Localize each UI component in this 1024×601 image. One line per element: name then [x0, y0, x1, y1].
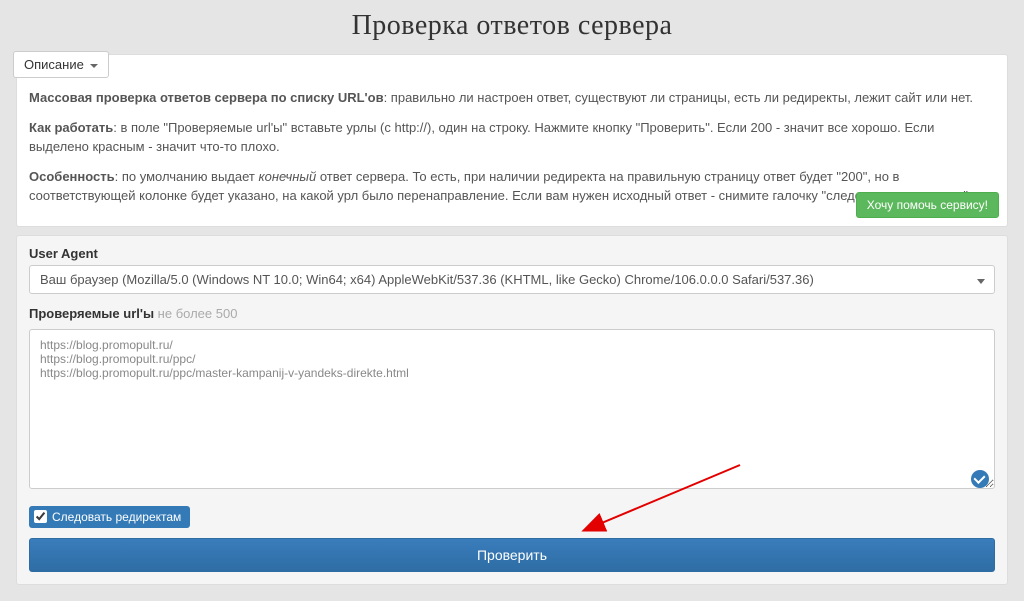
description-toggle-label: Описание	[24, 57, 84, 72]
desc-p3-em: конечный	[259, 169, 317, 184]
urls-label: Проверяемые url'ы не более 500	[29, 306, 995, 321]
user-agent-label: User Agent	[29, 246, 995, 261]
desc-p1-bold: Массовая проверка ответов сервера по спи…	[29, 90, 384, 105]
urls-label-text: Проверяемые url'ы	[29, 306, 154, 321]
follow-redirects-checkbox[interactable]	[34, 510, 47, 523]
user-agent-select[interactable]: Ваш браузер (Mozilla/5.0 (Windows NT 10.…	[29, 265, 995, 294]
submit-button[interactable]: Проверить	[29, 538, 995, 572]
description-paragraph-2: Как работать: в поле "Проверяемые url'ы"…	[29, 118, 995, 157]
help-service-button[interactable]: Хочу помочь сервису!	[856, 192, 999, 218]
desc-p1-rest: : правильно ли настроен ответ, существую…	[384, 90, 973, 105]
caret-down-icon	[90, 64, 98, 68]
follow-redirects-label: Следовать редиректам	[52, 510, 181, 524]
urls-textarea[interactable]	[29, 329, 995, 489]
description-paragraph-3: Особенность: по умолчанию выдает конечны…	[29, 167, 995, 206]
desc-p2-bold: Как работать	[29, 120, 113, 135]
urls-limit-text: не более 500	[154, 306, 237, 321]
follow-redirects-checkbox-wrapper[interactable]: Следовать редиректам	[29, 506, 190, 528]
description-paragraph-1: Массовая проверка ответов сервера по спи…	[29, 88, 995, 108]
form-panel: User Agent Ваш браузер (Mozilla/5.0 (Win…	[16, 235, 1008, 585]
description-panel: Описание Массовая проверка ответов серве…	[16, 54, 1008, 227]
desc-p2-rest: : в поле "Проверяемые url'ы" вставьте ур…	[29, 120, 934, 155]
description-toggle[interactable]: Описание	[13, 51, 109, 78]
desc-p3-bold: Особенность	[29, 169, 115, 184]
page-title: Проверка ответов сервера	[0, 0, 1024, 54]
desc-p3-mid1: : по умолчанию выдает	[115, 169, 259, 184]
